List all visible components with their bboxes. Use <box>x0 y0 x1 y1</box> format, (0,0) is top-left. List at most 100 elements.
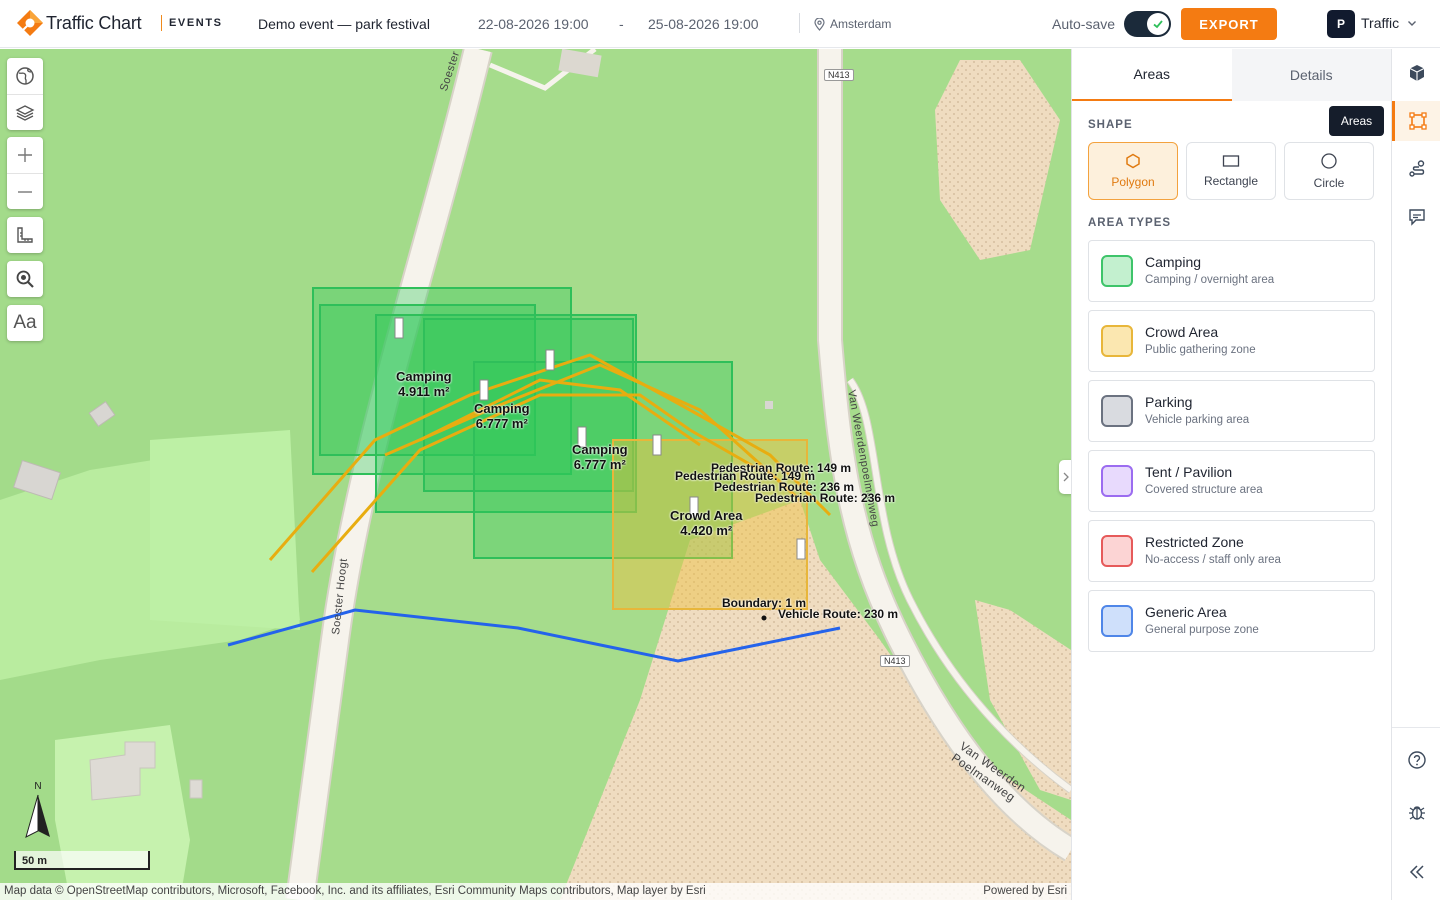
tab-areas[interactable]: Areas <box>1072 49 1232 101</box>
zoom-controls <box>7 137 43 209</box>
area-type-tent[interactable]: Tent / Pavilion Covered structure area <box>1088 450 1375 512</box>
north-arrow-icon: N <box>25 781 50 838</box>
scale-bar: 50 m <box>14 851 150 870</box>
ruler-icon[interactable] <box>7 217 43 253</box>
autosave-label: Auto-save <box>1052 16 1116 32</box>
avatar[interactable]: P <box>1327 10 1355 38</box>
brand-name: Traffic Chart <box>46 13 142 33</box>
cube-icon[interactable] <box>1392 53 1440 93</box>
shape-label: Polygon <box>1111 175 1155 189</box>
area-label: Camping 6.777 m² <box>474 401 530 431</box>
location-field[interactable]: Amsterdam <box>814 17 891 31</box>
area-type-desc: Public gathering zone <box>1145 344 1256 356</box>
map-canvas[interactable]: Soester Hoogt Soester Hoogt N413 N413 Va… <box>0 49 1071 900</box>
attribution-text[interactable]: Map data © OpenStreetMap contributors, M… <box>4 885 706 898</box>
measure-control <box>7 217 43 253</box>
chevron-down-icon[interactable] <box>1407 18 1417 28</box>
rail-divider <box>1392 727 1440 728</box>
area-type-desc: Camping / overnight area <box>1145 274 1275 286</box>
area-swatch <box>1101 395 1133 427</box>
area-swatch <box>1101 465 1133 497</box>
area-type-camping[interactable]: Camping Camping / overnight area <box>1088 240 1375 302</box>
chevron-right-icon <box>1063 472 1069 482</box>
area-type-desc: General purpose zone <box>1145 624 1259 636</box>
date-separator: - <box>619 16 624 32</box>
traffic-chart-logo-icon <box>17 10 43 36</box>
circle-icon <box>1321 153 1337 169</box>
area-types-heading: AREA TYPES <box>1088 217 1172 229</box>
shape-circle-button[interactable]: Circle <box>1284 142 1374 200</box>
start-date-field[interactable]: 22-08-2026 19:00 <box>478 16 589 32</box>
map-attribution: Map data © OpenStreetMap contributors, M… <box>0 883 1071 900</box>
area-type-crowd[interactable]: Crowd Area Public gathering zone <box>1088 310 1375 372</box>
help-icon[interactable] <box>1392 740 1440 780</box>
road-shield: N413 <box>824 69 854 81</box>
autosave-toggle[interactable] <box>1124 11 1171 37</box>
area-swatch <box>1101 325 1133 357</box>
area-type-name: Tent / Pavilion <box>1145 464 1233 480</box>
areas-panel: Areas Details SHAPE Polygon Rectangle Ci… <box>1071 49 1391 900</box>
bug-icon[interactable] <box>1392 792 1440 832</box>
route-label: Pedestrian Route: 236 m <box>755 491 896 505</box>
shape-heading: SHAPE <box>1088 119 1133 131</box>
area-type-generic[interactable]: Generic Area General purpose zone <box>1088 590 1375 652</box>
area-type-parking[interactable]: Parking Vehicle parking area <box>1088 380 1375 442</box>
area-swatch <box>1101 255 1133 287</box>
area-type-name: Camping <box>1145 254 1202 270</box>
top-bar: Traffic Chart EVENTS Demo event — park f… <box>0 0 1440 48</box>
area-type-desc: No-access / staff only area <box>1145 554 1281 566</box>
tool-rail <box>1391 49 1440 900</box>
area-label: Crowd Area 4.420 m² <box>670 508 743 538</box>
area-type-name: Restricted Zone <box>1145 534 1244 550</box>
end-date-field[interactable]: 25-08-2026 19:00 <box>648 16 759 32</box>
event-title[interactable]: Demo event — park festival <box>258 16 430 32</box>
area-type-desc: Covered structure area <box>1145 484 1263 496</box>
road-shield: N413 <box>880 655 910 667</box>
area-type-restricted[interactable]: Restricted Zone No-access / staff only a… <box>1088 520 1375 582</box>
header-divider <box>799 13 800 33</box>
area-icon[interactable] <box>1392 101 1440 141</box>
layers-icon[interactable] <box>7 94 43 130</box>
text-control: Aa <box>7 305 43 341</box>
area-swatch <box>1101 535 1133 567</box>
zoom-out-icon[interactable] <box>7 173 43 209</box>
basemap-controls <box>7 58 43 130</box>
area-type-name: Generic Area <box>1145 604 1227 620</box>
collapse-icon[interactable] <box>1392 852 1440 892</box>
tooltip: Areas <box>1329 106 1384 136</box>
shape-selector: Polygon Rectangle Circle <box>1088 142 1374 200</box>
shape-polygon-button[interactable]: Polygon <box>1088 142 1178 200</box>
brand-subtitle: EVENTS <box>169 17 223 29</box>
location-label: Amsterdam <box>830 17 892 31</box>
check-icon <box>1153 20 1163 29</box>
area-swatch <box>1101 605 1133 637</box>
rectangle-icon <box>1222 155 1240 167</box>
route-label: Vehicle Route: 230 m <box>778 607 899 621</box>
shape-rectangle-button[interactable]: Rectangle <box>1186 142 1276 200</box>
search-zoom-icon[interactable] <box>7 261 43 297</box>
export-button[interactable]: EXPORT <box>1181 8 1277 40</box>
globe-icon[interactable] <box>7 58 43 94</box>
location-pin-icon <box>814 17 825 31</box>
svg-text:N: N <box>34 781 41 792</box>
zoom-in-icon[interactable] <box>7 137 43 173</box>
area-type-desc: Vehicle parking area <box>1145 414 1250 426</box>
area-label: Camping 4.911 m² <box>396 369 452 399</box>
shape-label: Circle <box>1313 176 1345 190</box>
route-icon[interactable] <box>1392 149 1440 189</box>
text-icon[interactable]: Aa <box>7 305 43 341</box>
area-label: Camping 6.777 m² <box>572 442 628 472</box>
toggle-knob <box>1147 13 1169 35</box>
tab-details[interactable]: Details <box>1231 49 1391 101</box>
user-menu[interactable]: Traffic <box>1361 15 1399 31</box>
area-type-name: Parking <box>1145 394 1193 410</box>
comment-icon[interactable] <box>1392 197 1440 237</box>
shape-label: Rectangle <box>1203 174 1259 188</box>
panel-tabs: Areas Details <box>1072 49 1391 101</box>
powered-by-text[interactable]: Powered by Esri <box>983 885 1067 898</box>
brand-divider <box>161 15 162 31</box>
panel-collapse-handle[interactable] <box>1059 460 1071 494</box>
map-base-layer[interactable] <box>0 49 1071 900</box>
area-type-name: Crowd Area <box>1145 324 1219 340</box>
search-zoom-control <box>7 261 43 297</box>
